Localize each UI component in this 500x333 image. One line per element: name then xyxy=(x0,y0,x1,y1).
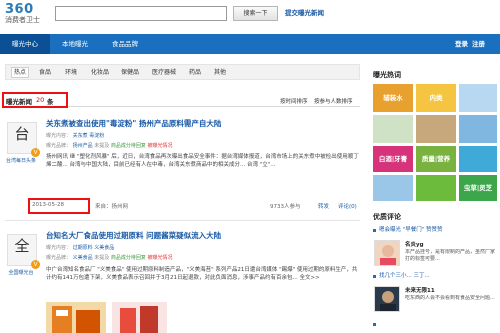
hot-word-image-tile[interactable] xyxy=(416,175,456,201)
hot-word-tile[interactable]: 虫草|灵芝 xyxy=(459,175,497,201)
meta-gov: 被曝光情况 xyxy=(147,143,173,149)
reviewer-name[interactable]: 名炎yg xyxy=(405,240,424,248)
share-link[interactable]: 转发 xyxy=(318,202,329,210)
hot-words-title: 曝光热词 xyxy=(373,71,401,79)
meta-tag-link[interactable]: 毒淀粉 xyxy=(89,133,104,139)
meta-label: 曝光内容 xyxy=(46,245,67,251)
category-bar: 热点 食品 环境 化妆品 保健品 医疗器械 药品 其他 xyxy=(5,64,360,80)
category-environment[interactable]: 环境 xyxy=(62,68,80,78)
meta-brand-link[interactable]: 扬州产品 xyxy=(73,143,93,149)
avatar[interactable] xyxy=(374,240,400,266)
logo-subtitle: 消费者卫士 xyxy=(5,16,40,24)
article-title[interactable]: 关东煮被查出使用"毒淀粉" 扬州产品原料需产自大陆 xyxy=(46,118,221,129)
bullet-icon xyxy=(373,229,376,232)
logo-number: 360 xyxy=(5,2,34,17)
article-source-logo[interactable]: 台 V xyxy=(7,122,40,157)
hot-word-image-tile[interactable] xyxy=(459,146,497,172)
review-headline[interactable]: 找几个三小... 三丁... xyxy=(379,272,497,280)
login-link[interactable]: 登录 xyxy=(455,34,468,54)
article-from: 来自：扬州网 xyxy=(95,204,129,210)
article-source-logo[interactable]: 全 V xyxy=(7,234,40,269)
hot-word-tile[interactable]: 白酒|牙膏 xyxy=(373,146,413,172)
bullet-icon xyxy=(373,323,376,326)
category-other[interactable]: 其他 xyxy=(211,68,229,78)
meta-verify: 商品成分待回复 xyxy=(110,143,146,149)
nav-item-local-exposure[interactable]: 本地曝光 xyxy=(50,34,100,54)
nav-item-food-brand[interactable]: 食品品牌 xyxy=(100,34,150,54)
category-hot[interactable]: 热点 xyxy=(11,67,29,78)
submit-news-link[interactable]: 提交曝光新闻 xyxy=(285,8,324,18)
article-meta-content: 曝光内容： 过期原料 义美食品 xyxy=(46,245,115,251)
article-title[interactable]: 台知名大厂食品使用过期原料 问题酱菜疑似流入大陆 xyxy=(46,230,221,241)
product-photo[interactable] xyxy=(46,302,106,333)
review-head-text[interactable]: 找几个三小... 三丁... xyxy=(379,272,497,280)
register-link[interactable]: 注册 xyxy=(472,34,485,54)
search-input[interactable] xyxy=(55,6,227,21)
meta-tag-link[interactable]: 义美食品 xyxy=(94,245,114,251)
category-medical-devices[interactable]: 医疗器械 xyxy=(149,68,179,78)
hot-word-image-tile[interactable] xyxy=(416,115,456,143)
highlight-box xyxy=(2,92,68,108)
meta-label: 曝光品牌 xyxy=(46,143,67,149)
verified-icon: V xyxy=(31,148,40,157)
meta-content-link[interactable]: 过期原料 xyxy=(73,245,93,251)
header: 360 消费者卫士 搜索一下 提交曝光新闻 xyxy=(0,0,500,34)
review-text: 吃东西的人会不会看到有食品安全问题... xyxy=(405,295,495,301)
category-cosmetics[interactable]: 化妆品 xyxy=(88,68,112,78)
article-source-name[interactable]: 全国曝光台 xyxy=(2,269,40,276)
article-date: 2013-05-28 xyxy=(32,202,64,208)
category-medicine[interactable]: 药品 xyxy=(186,68,204,78)
sort-by-time-link[interactable]: 按时间排序 xyxy=(280,97,308,105)
hot-word-image-tile[interactable] xyxy=(459,115,497,143)
category-health-products[interactable]: 保健品 xyxy=(118,68,142,78)
article-source-name[interactable]: 台湾每日头条 xyxy=(2,157,40,164)
meta-gov: 被曝光情况 xyxy=(147,255,173,261)
bullet-icon xyxy=(373,275,376,278)
article-summary: 扬州网讯 继 "塑化剂风暴" 后，近日，台湾食品再次曝出食品安全事件：据台湾媒体… xyxy=(46,154,359,168)
sort-by-participants-link[interactable]: 按参与人数排序 xyxy=(314,97,353,105)
source-glyph: 全 xyxy=(14,237,30,255)
article-meta-brand: 曝光品牌： 义美食品 未提及 商品成分待回复 被曝光情况 xyxy=(46,255,173,261)
meta-content-link[interactable]: 关东煮 xyxy=(73,133,88,139)
article-meta-brand: 曝光品牌： 扬州产品 未提及 商品成分待回复 被曝光情况 xyxy=(46,143,173,149)
meta-status: 未提及 xyxy=(94,255,110,261)
category-food[interactable]: 食品 xyxy=(36,68,54,78)
nav-item-exposure-center[interactable]: 曝光中心 xyxy=(0,34,50,54)
article-views: 9733人参与 xyxy=(270,204,301,210)
comment-link[interactable]: 评论(0) xyxy=(338,202,357,210)
review-headline[interactable]: 嗯会曝光 "早餐门" 赞赞赞 xyxy=(379,226,497,234)
hot-word-tile[interactable]: 质量|营养 xyxy=(416,146,456,172)
meta-verify: 商品成分待回复 xyxy=(110,255,146,261)
verified-icon: V xyxy=(31,260,40,269)
avatar[interactable] xyxy=(374,286,400,312)
article-summary: 中广台湾知名食品厂 "义美食品" 使用过期原料制造产品，"义美海苔" 系列产品2… xyxy=(46,267,358,281)
product-photo[interactable] xyxy=(112,302,167,333)
hot-word-image-tile[interactable] xyxy=(373,115,413,143)
meta-label: 曝光品牌 xyxy=(46,255,67,261)
source-glyph: 台 xyxy=(14,125,30,143)
hot-word-tile[interactable]: 辅装水 xyxy=(373,84,413,112)
meta-status: 未提及 xyxy=(94,143,110,149)
article-meta-content: 曝光内容： 关东煮 毒淀粉 xyxy=(46,133,105,139)
quality-reviews-title: 优质评论 xyxy=(373,213,401,221)
meta-brand-link[interactable]: 义美食品 xyxy=(73,255,93,261)
meta-label: 曝光内容 xyxy=(46,133,67,139)
divider xyxy=(5,220,360,221)
search-button[interactable]: 搜索一下 xyxy=(233,6,278,21)
main-nav: 曝光中心 本地曝光 食品品牌 登录 注册 xyxy=(0,34,500,54)
hot-word-image-tile[interactable] xyxy=(373,175,413,201)
site-logo[interactable]: 360 消费者卫士 xyxy=(5,3,45,25)
review-head-text[interactable]: 嗯会曝光 "早餐门" 赞赞赞 xyxy=(379,226,497,234)
reviewer-name[interactable]: 未来无限11 xyxy=(405,286,435,294)
hot-word-tile[interactable]: 内类 xyxy=(416,84,456,112)
review-text: 本产品挂号，是有限制的产品，虽然厂家打的标签可要... xyxy=(405,249,496,262)
hot-word-image-tile[interactable] xyxy=(459,84,497,112)
